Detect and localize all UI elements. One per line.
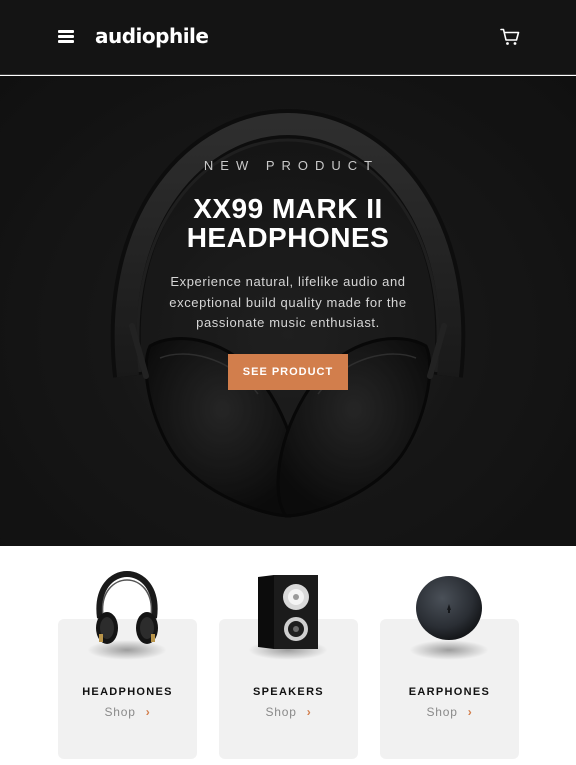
speaker-thumbnail	[258, 575, 318, 649]
category-name: SPEAKERS	[253, 686, 324, 698]
logo[interactable]: audiophile	[95, 24, 209, 48]
earphones-case-thumbnail	[416, 576, 482, 640]
headphones-thumbnail	[96, 570, 158, 644]
hamburger-menu-icon[interactable]	[58, 30, 74, 44]
see-product-button[interactable]: SEE PRODUCT	[228, 354, 348, 390]
hero-eyebrow: NEW PRODUCT	[203, 158, 380, 173]
product-shadow	[409, 640, 489, 660]
chevron-right-icon: ›	[145, 705, 151, 719]
hero-title: XX99 MARK II HEADPHONES	[186, 193, 390, 253]
shop-label: Shop	[265, 705, 297, 719]
hero-section: NEW PRODUCT XX99 MARK II HEADPHONES Expe…	[0, 76, 576, 546]
category-name: HEADPHONES	[82, 686, 173, 698]
shop-label: Shop	[426, 705, 458, 719]
hero-description: Experience natural, lifelike audio and e…	[169, 274, 407, 330]
shop-link[interactable]: Shop ›	[58, 705, 197, 719]
shop-link[interactable]: Shop ›	[219, 705, 358, 719]
site-header: audiophile	[0, 0, 576, 75]
chevron-right-icon: ›	[306, 705, 312, 719]
shopping-cart-icon[interactable]	[500, 28, 520, 46]
shop-link[interactable]: Shop ›	[380, 705, 519, 719]
shop-label: Shop	[104, 705, 136, 719]
category-name: EARPHONES	[408, 686, 491, 698]
chevron-right-icon: ›	[467, 705, 473, 719]
